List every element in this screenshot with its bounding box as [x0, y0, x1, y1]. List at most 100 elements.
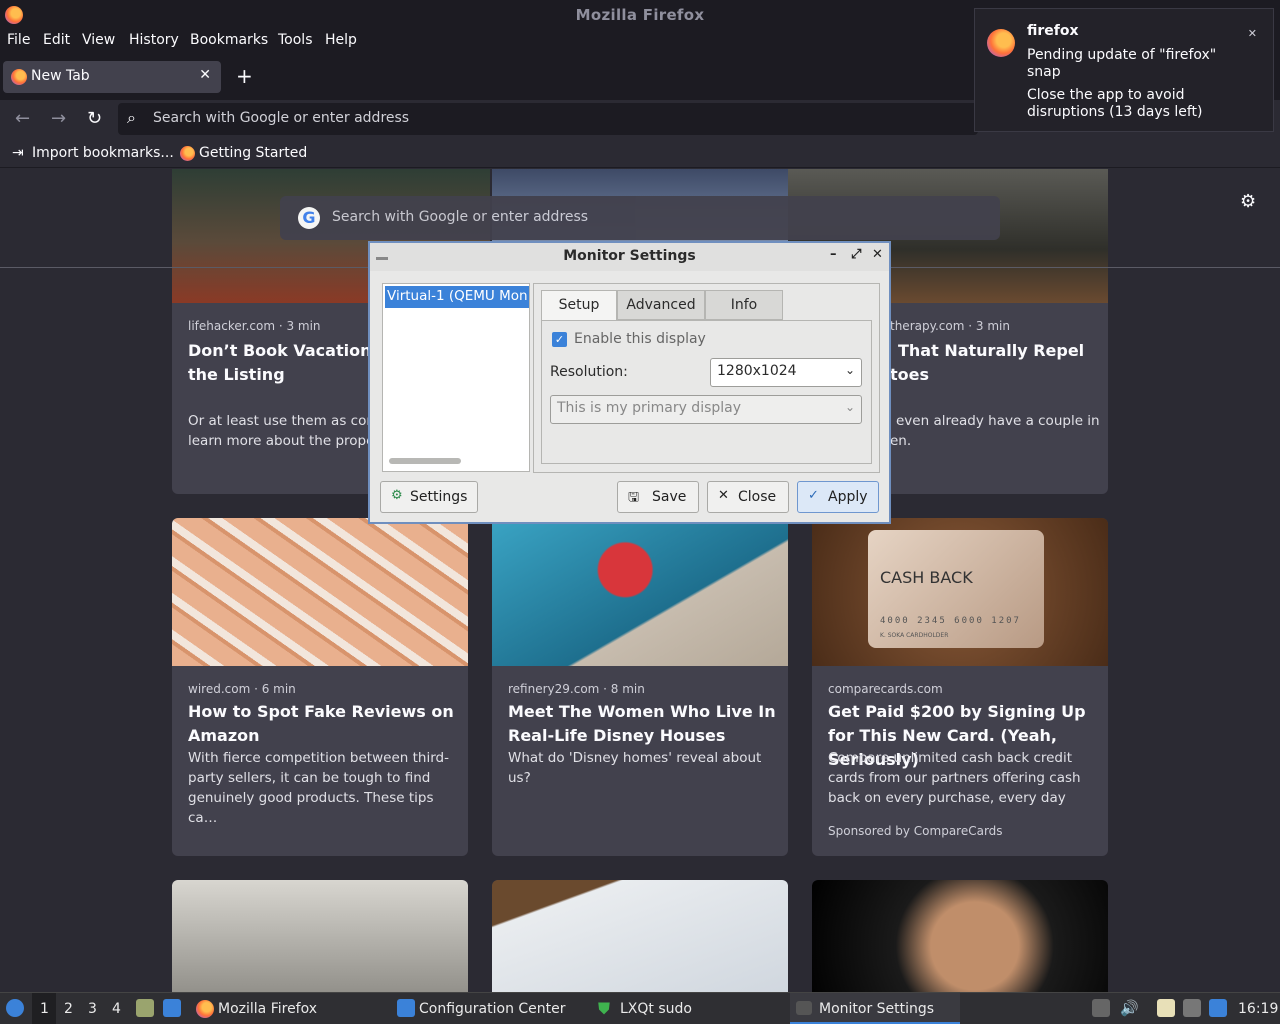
menu-file[interactable]: File	[7, 32, 30, 48]
story-source: lifehacker.com · 3 min	[188, 319, 321, 333]
story-card-envelopes[interactable]	[492, 880, 788, 992]
tab-new-tab[interactable]: New Tab ✕	[3, 61, 221, 93]
import-bookmarks-icon: ⇥	[12, 145, 24, 161]
sponsored-label: Sponsored by CompareCards	[828, 824, 1003, 838]
resolution-label: Resolution:	[550, 364, 628, 380]
url-placeholder: Search with Google or enter address	[153, 110, 410, 126]
search-icon: ⌕	[127, 108, 136, 127]
primary-display-select: This is my primary display ⌄	[550, 395, 862, 424]
save-button-label: Save	[652, 489, 687, 505]
tab-advanced[interactable]: Advanced	[617, 290, 705, 320]
tray-arrow-icon[interactable]	[1092, 999, 1110, 1017]
story-card-refinery29[interactable]: refinery29.com · 8 min Meet The Women Wh…	[492, 518, 788, 856]
tab-label: New Tab	[31, 68, 90, 84]
story-desc: What do 'Disney homes' reveal about us?	[508, 750, 762, 786]
bookmarks-bar: ⇥ Import bookmarks... Getting Started	[0, 140, 1280, 168]
dialog-titlebar: Monitor Settings – ⤢ ✕	[370, 243, 889, 271]
story-source: therapy.com · 3 min	[890, 319, 1010, 333]
desktop-1[interactable]: 1	[40, 1001, 49, 1017]
pool-image	[492, 518, 788, 666]
task-firefox[interactable]: Mozilla Firefox	[218, 1001, 317, 1017]
card-holder-text: K. SOKA CARDHOLDER	[880, 632, 949, 639]
story-source: refinery29.com · 8 min	[508, 682, 645, 696]
story-desc: With fierce competition between third-pa…	[188, 750, 449, 826]
story-source: comparecards.com	[828, 682, 943, 696]
monitor-task-icon	[796, 1001, 812, 1015]
monitor-item[interactable]: Virtual-1 (QEMU Mon	[385, 286, 529, 308]
desktop-4[interactable]: 4	[112, 1001, 121, 1017]
config-center-icon	[397, 999, 415, 1017]
menu-view[interactable]: View	[82, 32, 115, 48]
url-bar[interactable]: ⌕ Search with Google or enter address	[118, 103, 978, 135]
menu-edit[interactable]: Edit	[43, 32, 70, 48]
back-arrow-icon[interactable]: ←	[15, 108, 30, 129]
new-tab-plus-icon[interactable]: +	[236, 64, 253, 88]
minimize-icon[interactable]: –	[830, 247, 837, 262]
resolution-value: 1280x1024	[717, 363, 797, 379]
horizontal-scrollbar[interactable]	[389, 458, 461, 464]
enable-display-checkbox[interactable]: ✓	[552, 332, 567, 347]
maximize-icon[interactable]: ⤢	[851, 247, 861, 262]
apply-button[interactable]: ✓ Apply	[797, 481, 879, 513]
clipboard-icon[interactable]	[1157, 999, 1175, 1017]
save-button[interactable]: 🖫 Save	[617, 481, 699, 513]
close-window-icon[interactable]: ✕	[872, 247, 883, 262]
menu-tools[interactable]: Tools	[278, 32, 313, 48]
volume-icon[interactable]: 🔊	[1120, 999, 1139, 1017]
task-monitor-settings[interactable]: Monitor Settings	[819, 1001, 934, 1017]
vintage-photo-image	[172, 880, 468, 992]
story-desc-first: even already have a couple in	[896, 413, 1100, 429]
firefox-notification-icon	[987, 29, 1015, 57]
update-notification[interactable]: firefox Pending update of "firefox" snap…	[974, 8, 1274, 132]
settings-button-label: Settings	[410, 489, 468, 505]
clock[interactable]: 16:19	[1238, 1001, 1278, 1017]
save-icon: 🖫	[628, 490, 640, 505]
bookmark-getting-started[interactable]: Getting Started	[199, 145, 307, 161]
gear-icon[interactable]: ⚙	[1240, 191, 1256, 212]
task-config-center[interactable]: Configuration Center	[419, 1001, 566, 1017]
content-search-box[interactable]: G Search with Google or enter address	[280, 196, 1000, 240]
story-title-line: toes	[890, 365, 930, 384]
firefox-tab-icon	[11, 69, 27, 85]
start-menu-icon[interactable]	[6, 999, 24, 1017]
story-card-wired[interactable]: wired.com · 6 min How to Spot Fake Revie…	[172, 518, 468, 856]
settings-button[interactable]: ⚙ Settings	[380, 481, 478, 513]
story-card-comparecards[interactable]: CASH BACK 4000 2345 6000 1207 K. SOKA CA…	[812, 518, 1108, 856]
show-desktop-icon[interactable]	[163, 999, 181, 1017]
tab-setup[interactable]: Setup	[541, 290, 617, 320]
enable-display-label: Enable this display	[574, 331, 706, 347]
story-card-vintage[interactable]	[172, 880, 468, 992]
update-icon[interactable]	[1209, 999, 1227, 1017]
file-manager-icon[interactable]	[136, 999, 154, 1017]
setup-tab-page: ✓ Enable this display Resolution: 1280x1…	[541, 320, 872, 464]
network-icon[interactable]	[1183, 999, 1201, 1017]
story-title: That Naturally Repel	[898, 341, 1085, 360]
task-lxqt-sudo[interactable]: LXQt sudo	[620, 1001, 692, 1017]
tab-info[interactable]: Info	[705, 290, 783, 320]
close-button[interactable]: ✕ Close	[707, 481, 789, 513]
notification-line2: Close the app to avoid disruptions (13 d…	[1027, 87, 1203, 120]
chevron-down-icon: ⌄	[844, 363, 855, 377]
content-search-placeholder: Search with Google or enter address	[332, 209, 589, 225]
desktop-2[interactable]: 2	[64, 1001, 73, 1017]
credit-card-graphic: CASH BACK 4000 2345 6000 1207 K. SOKA CA…	[868, 530, 1044, 648]
bookmark-import[interactable]: Import bookmarks...	[32, 145, 174, 161]
menu-help[interactable]: Help	[325, 32, 357, 48]
primary-display-value: This is my primary display	[557, 400, 742, 416]
story-desc-line: en.	[890, 433, 912, 449]
notification-app: firefox	[1027, 23, 1079, 39]
reload-icon[interactable]: ↻	[87, 108, 102, 129]
getting-started-icon	[180, 146, 195, 161]
taskbar: 1 2 3 4 Mozilla Firefox Configuration Ce…	[0, 992, 1280, 1024]
card-number-text: 4000 2345 6000 1207	[880, 616, 1021, 626]
resolution-select[interactable]: 1280x1024 ⌄	[710, 358, 862, 387]
story-card-tennis[interactable]	[812, 880, 1108, 992]
forward-arrow-icon[interactable]: →	[51, 108, 66, 129]
monitor-list[interactable]: Virtual-1 (QEMU Mon	[382, 283, 530, 472]
menu-bookmarks[interactable]: Bookmarks	[190, 32, 268, 48]
pencils-image	[172, 518, 468, 666]
menu-history[interactable]: History	[129, 32, 179, 48]
notification-close-icon[interactable]: ✕	[1248, 27, 1257, 40]
desktop-3[interactable]: 3	[88, 1001, 97, 1017]
close-tab-icon[interactable]: ✕	[199, 67, 211, 83]
